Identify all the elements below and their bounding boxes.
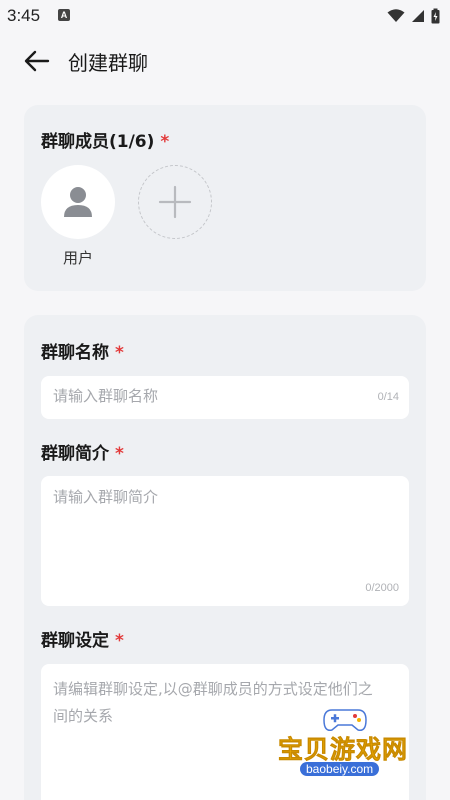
status-bar: 3:45 A	[0, 0, 450, 32]
group-name-input[interactable]	[53, 387, 353, 405]
back-button[interactable]	[22, 48, 52, 74]
group-intro-counter: 0/2000	[365, 582, 399, 594]
notification-app-icon: A	[58, 9, 70, 21]
group-intro-field[interactable]: 0/2000	[41, 476, 409, 606]
group-setting-label: 群聊设定 *	[41, 631, 124, 651]
required-mark: *	[115, 631, 124, 651]
group-intro-label: 群聊简介 *	[41, 444, 124, 464]
required-mark: *	[115, 444, 124, 464]
group-setting-field[interactable]	[41, 664, 409, 800]
page-title: 创建群聊	[68, 51, 148, 75]
members-label: 群聊成员(1/6) *	[41, 132, 170, 152]
member-name: 用户	[62, 249, 93, 267]
group-setting-input[interactable]	[53, 676, 383, 796]
battery-charging-icon	[431, 8, 440, 24]
user-icon	[64, 187, 92, 217]
cellular-signal-icon	[412, 10, 424, 22]
members-card: 群聊成员(1/6) * 用户	[24, 105, 426, 291]
required-mark: *	[160, 132, 170, 152]
group-intro-input[interactable]	[53, 486, 397, 581]
wifi-icon	[387, 9, 405, 22]
group-name-field[interactable]: 0/14	[41, 376, 409, 419]
app-header: 创建群聊	[0, 36, 450, 86]
group-info-card: 群聊名称* 0/14 群聊简介* 0/2000 群聊设定*	[24, 315, 426, 800]
required-mark: *	[115, 343, 124, 363]
status-time: 3:45	[7, 6, 41, 25]
status-icons	[387, 7, 440, 25]
member-avatar[interactable]	[41, 165, 115, 239]
add-member-button[interactable]	[138, 165, 212, 239]
group-name-counter: 0/14	[377, 391, 399, 403]
plus-icon	[158, 185, 192, 219]
group-name-label: 群聊名称 *	[41, 343, 124, 363]
arrow-left-icon	[24, 50, 50, 72]
